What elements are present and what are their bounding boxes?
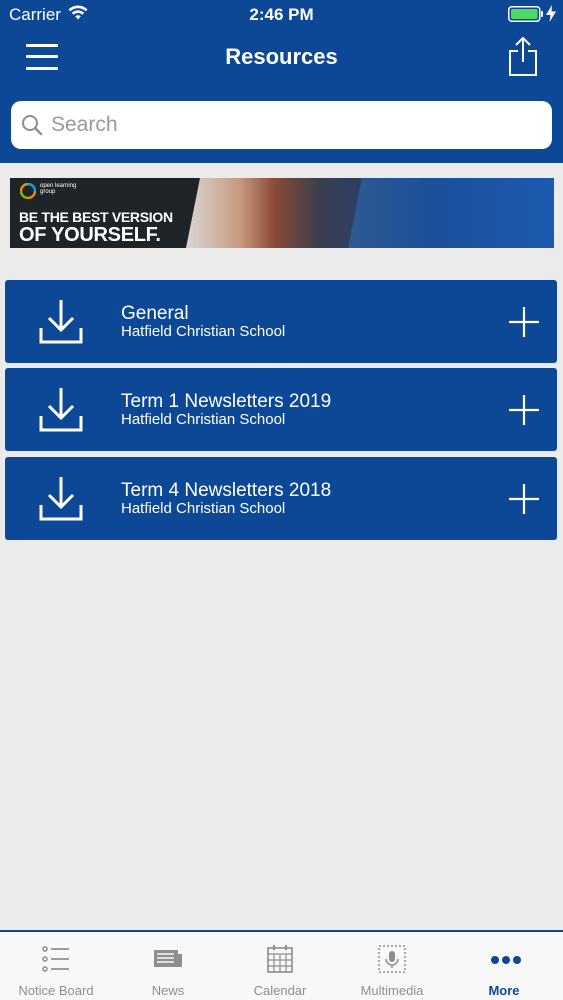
search-icon [22, 115, 43, 136]
status-bar: Carrier 2:46 PM [0, 0, 563, 30]
more-dots-icon [491, 956, 521, 964]
tab-label: Calendar [253, 983, 307, 998]
promo-banner[interactable]: open learning group BE THE BEST VERSION … [10, 178, 554, 248]
open-learning-logo-icon [20, 183, 36, 199]
tab-bar: Notice Board News Calendar Multimedia Mo… [0, 930, 563, 1000]
resource-name: General [121, 303, 189, 324]
header: Carrier 2:46 PM Resources [0, 0, 563, 163]
download-icon [39, 388, 83, 432]
newspaper-icon [154, 950, 182, 967]
tab-label: Multimedia [360, 983, 424, 998]
expand-plus-icon[interactable] [508, 306, 540, 338]
resource-name: Term 1 Newsletters 2019 [121, 391, 332, 412]
expand-plus-icon[interactable] [508, 483, 540, 515]
download-icon [39, 300, 83, 344]
search-bar[interactable] [11, 101, 552, 149]
tab-label: More [488, 983, 520, 998]
resource-item[interactable]: Term 4 Newsletters 2018 Hatfield Christi… [5, 457, 557, 540]
tab-news[interactable]: News [112, 932, 224, 1000]
download-icon [39, 477, 83, 521]
banner-brand: open learning group [40, 183, 77, 195]
resource-name: Term 4 Newsletters 2018 [121, 480, 332, 501]
share-icon[interactable] [508, 37, 538, 77]
calendar-icon [267, 945, 293, 973]
resource-item[interactable]: Term 1 Newsletters 2019 Hatfield Christi… [5, 368, 557, 451]
tab-more[interactable]: More [448, 932, 560, 1000]
page-title: Resources [225, 44, 338, 69]
microphone-icon [378, 945, 406, 973]
banner-photo [186, 178, 364, 248]
resource-school: Hatfield Christian School [121, 411, 286, 428]
battery-icon [508, 6, 543, 22]
banner-blue-panel [348, 178, 554, 248]
resource-school: Hatfield Christian School [121, 323, 286, 340]
banner-headline-1: BE THE BEST VERSION [19, 209, 173, 225]
status-time: 2:46 PM [249, 5, 314, 24]
resource-item[interactable]: General Hatfield Christian School [5, 280, 557, 363]
expand-plus-icon[interactable] [508, 394, 540, 426]
list-icon [42, 946, 69, 972]
search-input[interactable] [51, 107, 541, 143]
tab-label: News [151, 983, 185, 998]
tab-label: Notice Board [18, 983, 94, 998]
tab-notice-board[interactable]: Notice Board [0, 932, 112, 1000]
banner-headline-2: OF YOURSELF. [19, 224, 161, 246]
tab-calendar[interactable]: Calendar [224, 932, 336, 1000]
tab-multimedia[interactable]: Multimedia [336, 932, 448, 1000]
charging-bolt-icon [546, 5, 556, 22]
resource-school: Hatfield Christian School [121, 500, 286, 517]
